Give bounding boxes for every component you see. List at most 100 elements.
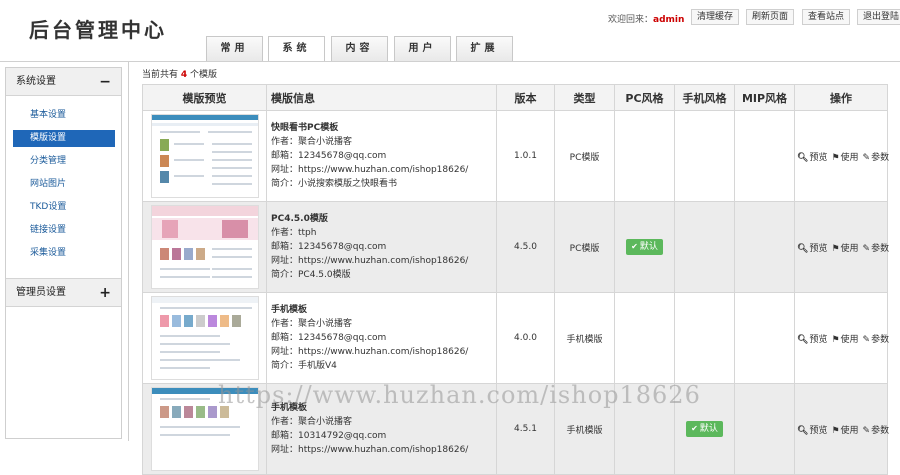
use-button[interactable]: ⚑使用 (831, 335, 858, 345)
mip-style-cell[interactable] (734, 110, 795, 202)
sidebar-item-links[interactable]: 链接设置 (13, 222, 115, 239)
sidebar-list: 基本设置 模版设置 分类管理 网站图片 TKD设置 链接设置 采集设置 (6, 96, 121, 279)
count-number: 4 (180, 70, 188, 80)
mobile-style-cell[interactable] (674, 110, 735, 202)
main-panel: 当前共有 4 个模版 模版预览 模版信息 版本 类型 PC风格 手机风格 MIP… (128, 62, 900, 475)
use-button[interactable]: ⚑使用 (831, 426, 858, 436)
template-info: 快眼看书PC模板 作者：聚合小说播客 邮箱：12345678@qq.com 网址… (266, 110, 497, 202)
app-title: 后台管理中心 (29, 18, 167, 42)
count-prefix: 当前共有 (142, 70, 179, 80)
sidebar-item-basic[interactable]: 基本设置 (13, 107, 115, 124)
tab-extend[interactable]: 扩展 (456, 36, 513, 61)
preview-button[interactable]: 🔍︎预览 (797, 153, 827, 163)
edit-icon: ✎ (862, 152, 871, 163)
pc-style-cell[interactable]: ✔ 默认 (614, 201, 675, 293)
template-type: PC模版 (554, 201, 615, 293)
params-button[interactable]: ✎参数 (863, 335, 890, 345)
template-table: 模版预览 模版信息 版本 类型 PC风格 手机风格 MIP风格 操作 快眼看书P… (142, 84, 890, 475)
tab-common[interactable]: 常用 (206, 36, 263, 61)
template-actions: 🔍︎预览 ⚑使用 ✎参数 (794, 383, 890, 475)
flag-icon: ⚑ (831, 425, 840, 436)
refresh-page-button[interactable]: 刷新页面 (746, 9, 795, 25)
collapse-icon[interactable]: − (99, 68, 111, 96)
table-row: 手机模板 作者：聚合小说播客 邮箱：12345678@qq.com 网址：htt… (142, 292, 890, 384)
magnifier-icon: 🔍︎ (797, 425, 809, 436)
clear-cache-button[interactable]: 清理缓存 (691, 9, 740, 25)
expand-icon[interactable]: + (99, 279, 111, 307)
check-icon: ✔ (631, 242, 638, 251)
use-button[interactable]: ⚑使用 (831, 153, 858, 163)
check-icon: ✔ (691, 424, 698, 433)
mip-style-cell[interactable] (734, 201, 795, 293)
col-preview: 模版预览 (142, 84, 267, 111)
edit-icon: ✎ (862, 425, 871, 436)
pc-style-cell[interactable] (614, 292, 675, 384)
col-version: 版本 (496, 84, 555, 111)
magnifier-icon: 🔍︎ (797, 334, 809, 345)
template-preview-image[interactable] (150, 296, 259, 380)
tab-system[interactable]: 系统 (268, 36, 325, 62)
mip-style-cell[interactable] (734, 383, 795, 475)
template-version: 4.5.0 (496, 201, 555, 293)
template-name: 手机模板 (271, 305, 308, 315)
template-info: 手机模板 作者：聚合小说播客 邮箱：12345678@qq.com 网址：htt… (266, 292, 497, 384)
template-preview-image[interactable] (150, 114, 259, 198)
tab-users[interactable]: 用户 (394, 36, 451, 61)
template-email: 邮箱：12345678@qq.com (271, 333, 387, 343)
template-intro: 简介：小说搜索模版之快眼看书 (271, 179, 398, 189)
mobile-style-cell[interactable] (674, 292, 735, 384)
welcome-text: 欢迎回来：admin (608, 12, 684, 25)
default-badge[interactable]: ✔ 默认 (686, 421, 723, 437)
template-name: 快眼看书PC模板 (271, 123, 339, 133)
view-site-button[interactable]: 查看站点 (802, 9, 851, 25)
sidebar-section-system[interactable]: 系统设置 − (6, 68, 121, 96)
sidebar-item-tkd[interactable]: TKD设置 (13, 199, 115, 216)
template-preview-image[interactable] (150, 205, 259, 289)
flag-icon: ⚑ (831, 243, 840, 254)
template-intro: 简介：PC4.5.0模版 (271, 270, 351, 280)
table-row: 手机模板 作者：聚合小说播客 邮箱：10314792@qq.com 网址：htt… (142, 383, 890, 475)
logout-button[interactable]: 退出登陆 (857, 9, 900, 25)
mobile-style-cell[interactable] (674, 201, 735, 293)
template-name: 手机模板 (271, 403, 308, 413)
params-button[interactable]: ✎参数 (863, 426, 890, 436)
sidebar-item-template[interactable]: 模版设置 (13, 130, 115, 147)
template-version: 1.0.1 (496, 110, 555, 202)
params-button[interactable]: ✎参数 (863, 153, 890, 163)
template-author: 作者：聚合小说播客 (271, 137, 353, 147)
use-button[interactable]: ⚑使用 (831, 244, 858, 254)
template-intro: 简介：手机版V4 (271, 361, 337, 371)
sidebar: 系统设置 − 基本设置 模版设置 分类管理 网站图片 TKD设置 链接设置 采集… (5, 67, 122, 439)
template-author: 作者：聚合小说播客 (271, 417, 353, 427)
sidebar-item-images[interactable]: 网站图片 (13, 176, 115, 193)
template-author: 作者：ttph (271, 228, 317, 238)
template-info: 手机模板 作者：聚合小说播客 邮箱：10314792@qq.com 网址：htt… (266, 383, 497, 475)
template-author: 作者：聚合小说播客 (271, 319, 353, 329)
col-type: 类型 (554, 84, 615, 111)
sidebar-item-category[interactable]: 分类管理 (13, 153, 115, 170)
template-email: 邮箱：12345678@qq.com (271, 242, 387, 252)
preview-button[interactable]: 🔍︎预览 (797, 426, 827, 436)
table-header-row: 模版预览 模版信息 版本 类型 PC风格 手机风格 MIP风格 操作 (142, 84, 888, 111)
template-actions: 🔍︎预览 ⚑使用 ✎参数 (794, 292, 890, 384)
pc-style-cell[interactable] (614, 110, 675, 202)
username: admin (653, 15, 685, 25)
template-url: 网址：https://www.huzhan.com/ishop18626/ (271, 445, 469, 455)
col-mip-style: MIP风格 (734, 84, 795, 111)
col-pc-style: PC风格 (614, 84, 675, 111)
mobile-style-cell[interactable]: ✔ 默认 (674, 383, 735, 475)
preview-button[interactable]: 🔍︎预览 (797, 244, 827, 254)
sidebar-item-collect[interactable]: 采集设置 (13, 245, 115, 262)
flag-icon: ⚑ (831, 334, 840, 345)
edit-icon: ✎ (862, 243, 871, 254)
tab-content[interactable]: 内容 (331, 36, 388, 61)
pc-style-cell[interactable] (614, 383, 675, 475)
table-row: PC4.5.0模版 作者：ttph 邮箱：12345678@qq.com 网址：… (142, 201, 890, 293)
preview-button[interactable]: 🔍︎预览 (797, 335, 827, 345)
sidebar-section-admin[interactable]: 管理员设置 + (6, 279, 121, 307)
template-version: 4.5.1 (496, 383, 555, 475)
template-preview-image[interactable] (150, 387, 259, 471)
default-badge[interactable]: ✔ 默认 (626, 239, 663, 255)
mip-style-cell[interactable] (734, 292, 795, 384)
params-button[interactable]: ✎参数 (863, 244, 890, 254)
